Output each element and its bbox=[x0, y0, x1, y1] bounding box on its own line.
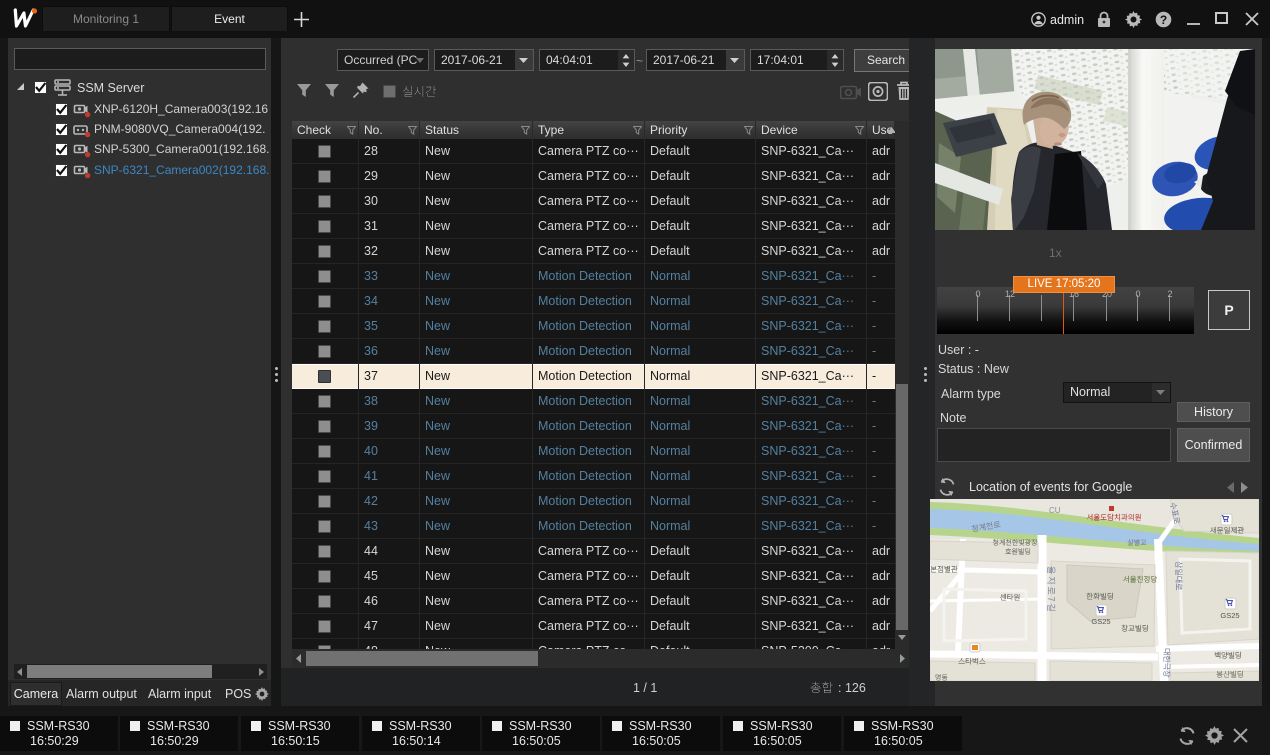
svg-text:CU: CU bbox=[1049, 506, 1061, 515]
svg-text:GS25: GS25 bbox=[1091, 617, 1110, 626]
svg-text:?: ? bbox=[1160, 13, 1167, 27]
svg-text:GS25: GS25 bbox=[1220, 611, 1239, 620]
